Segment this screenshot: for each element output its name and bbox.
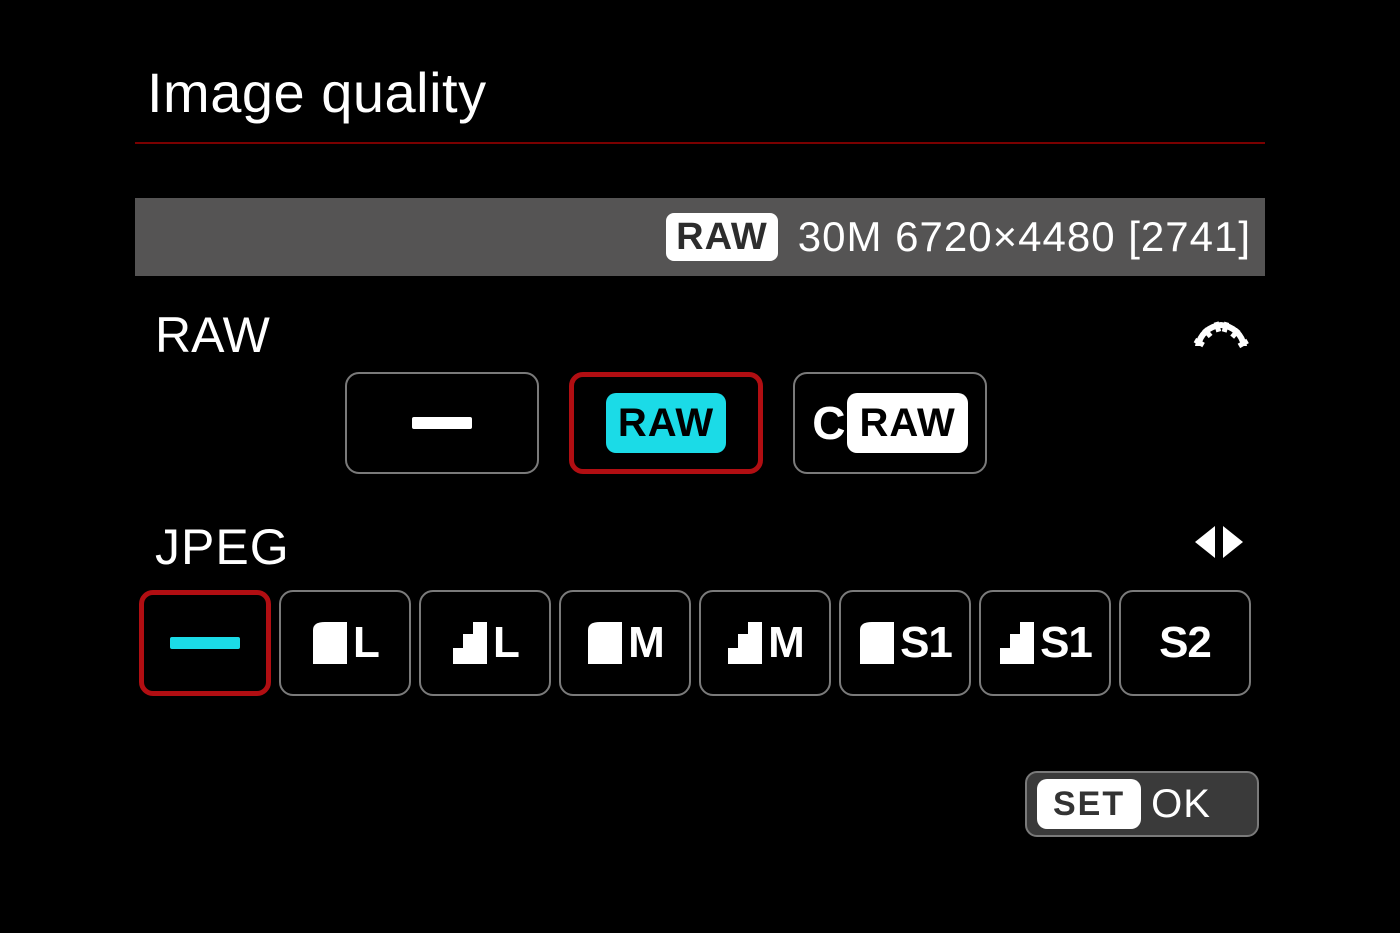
jpeg-option-medium-fine[interactable]: M xyxy=(559,590,691,696)
craw-raw-badge: RAW xyxy=(847,393,967,453)
jpeg-size-label: S1 xyxy=(1040,618,1092,668)
craw-badge: C RAW xyxy=(812,393,968,453)
normal-quality-icon xyxy=(998,620,1036,666)
fine-quality-icon xyxy=(858,620,896,666)
raw-option-craw[interactable]: C RAW xyxy=(793,372,987,474)
raw-badge: RAW xyxy=(606,393,726,453)
dash-icon xyxy=(412,417,472,429)
jpeg-size-label: L xyxy=(493,618,519,668)
jpeg-option-small1-fine[interactable]: S1 xyxy=(839,590,971,696)
fine-quality-icon xyxy=(311,620,349,666)
jpeg-size-label: S2 xyxy=(1159,618,1211,668)
jpeg-options-row: L L M M S1 xyxy=(139,590,1251,696)
page-title: Image quality xyxy=(147,60,487,125)
jpeg-section-label: JPEG xyxy=(155,518,290,576)
set-ok-button[interactable]: SET OK xyxy=(1025,771,1259,837)
status-raw-chip: RAW xyxy=(666,213,778,261)
dash-icon xyxy=(170,637,240,649)
raw-option-none[interactable] xyxy=(345,372,539,474)
jpeg-size-label: L xyxy=(353,618,379,668)
jpeg-option-large-normal[interactable]: L xyxy=(419,590,551,696)
jpeg-option-none[interactable] xyxy=(139,590,271,696)
craw-c-letter: C xyxy=(812,396,845,450)
set-pill: SET xyxy=(1037,779,1141,829)
jpeg-size-label: M xyxy=(768,618,804,668)
left-right-arrows-icon xyxy=(1191,522,1247,562)
ok-label: OK xyxy=(1151,782,1211,827)
jpeg-option-medium-normal[interactable]: M xyxy=(699,590,831,696)
image-quality-screen: Image quality RAW 30M 6720×4480 [2741] R… xyxy=(77,50,1323,883)
jpeg-option-small2[interactable]: S2 xyxy=(1119,590,1251,696)
jpeg-option-small1-normal[interactable]: S1 xyxy=(979,590,1111,696)
status-bar: RAW 30M 6720×4480 [2741] xyxy=(135,198,1265,276)
fine-quality-icon xyxy=(586,620,624,666)
raw-option-raw[interactable]: RAW xyxy=(569,372,763,474)
normal-quality-icon xyxy=(726,620,764,666)
raw-section-label: RAW xyxy=(155,306,270,364)
raw-options-row: RAW C RAW xyxy=(345,372,987,474)
title-divider xyxy=(135,142,1265,144)
normal-quality-icon xyxy=(451,620,489,666)
dial-icon xyxy=(1191,316,1251,350)
status-info: 30M 6720×4480 [2741] xyxy=(798,213,1251,261)
jpeg-option-large-fine[interactable]: L xyxy=(279,590,411,696)
jpeg-size-label: M xyxy=(628,618,664,668)
jpeg-size-label: S1 xyxy=(900,618,952,668)
